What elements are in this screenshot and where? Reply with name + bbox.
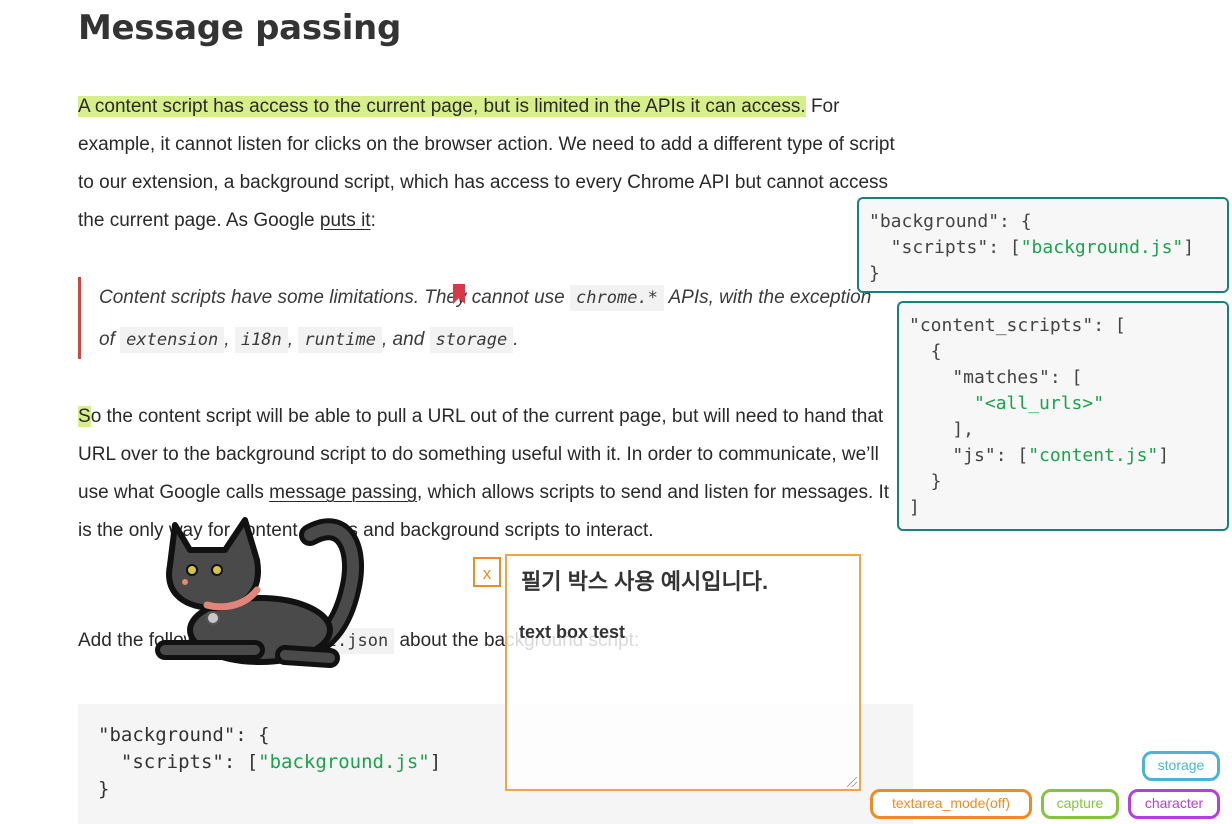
inline-code-chrome: chrome.* (570, 285, 664, 311)
character-button[interactable]: character (1128, 789, 1220, 819)
cat-sticker[interactable] (145, 510, 370, 672)
inline-code-runtime: runtime (298, 327, 382, 353)
storage-button[interactable]: storage (1142, 751, 1220, 781)
inline-code-extension: extension (120, 327, 225, 353)
paragraph-intro: A content script has access to the curre… (78, 96, 895, 231)
capture-button[interactable]: capture (1041, 789, 1119, 819)
code-popup-content-scripts[interactable]: "content_scripts": [ { "matches": [ "<al… (897, 301, 1229, 531)
puts-it-link[interactable]: puts it (320, 210, 371, 231)
inline-code-i18n: i18n (234, 327, 288, 353)
page-title: Message passing (78, 8, 401, 48)
note-body-text[interactable]: text box test (519, 622, 625, 643)
highlighted-sentence: A content script has access to the curre… (78, 96, 806, 117)
inline-code-storage: storage (429, 327, 514, 353)
note-title: 필기 박스 사용 예시입니다. (521, 569, 769, 594)
close-note-button[interactable]: x (473, 557, 501, 587)
highlighted-letter: S (78, 406, 91, 427)
message-passing-link[interactable]: message passing (269, 482, 417, 503)
textarea-mode-toggle[interactable]: textarea_mode(off) (870, 789, 1032, 819)
blockquote-text: Content scripts have some limitations. T… (99, 277, 889, 361)
resize-grip-icon[interactable] (847, 777, 857, 787)
note-textarea-box[interactable]: 필기 박스 사용 예시입니다. text box test (505, 554, 861, 791)
code-popup-background[interactable]: "background": { "scripts": ["background.… (857, 197, 1229, 293)
